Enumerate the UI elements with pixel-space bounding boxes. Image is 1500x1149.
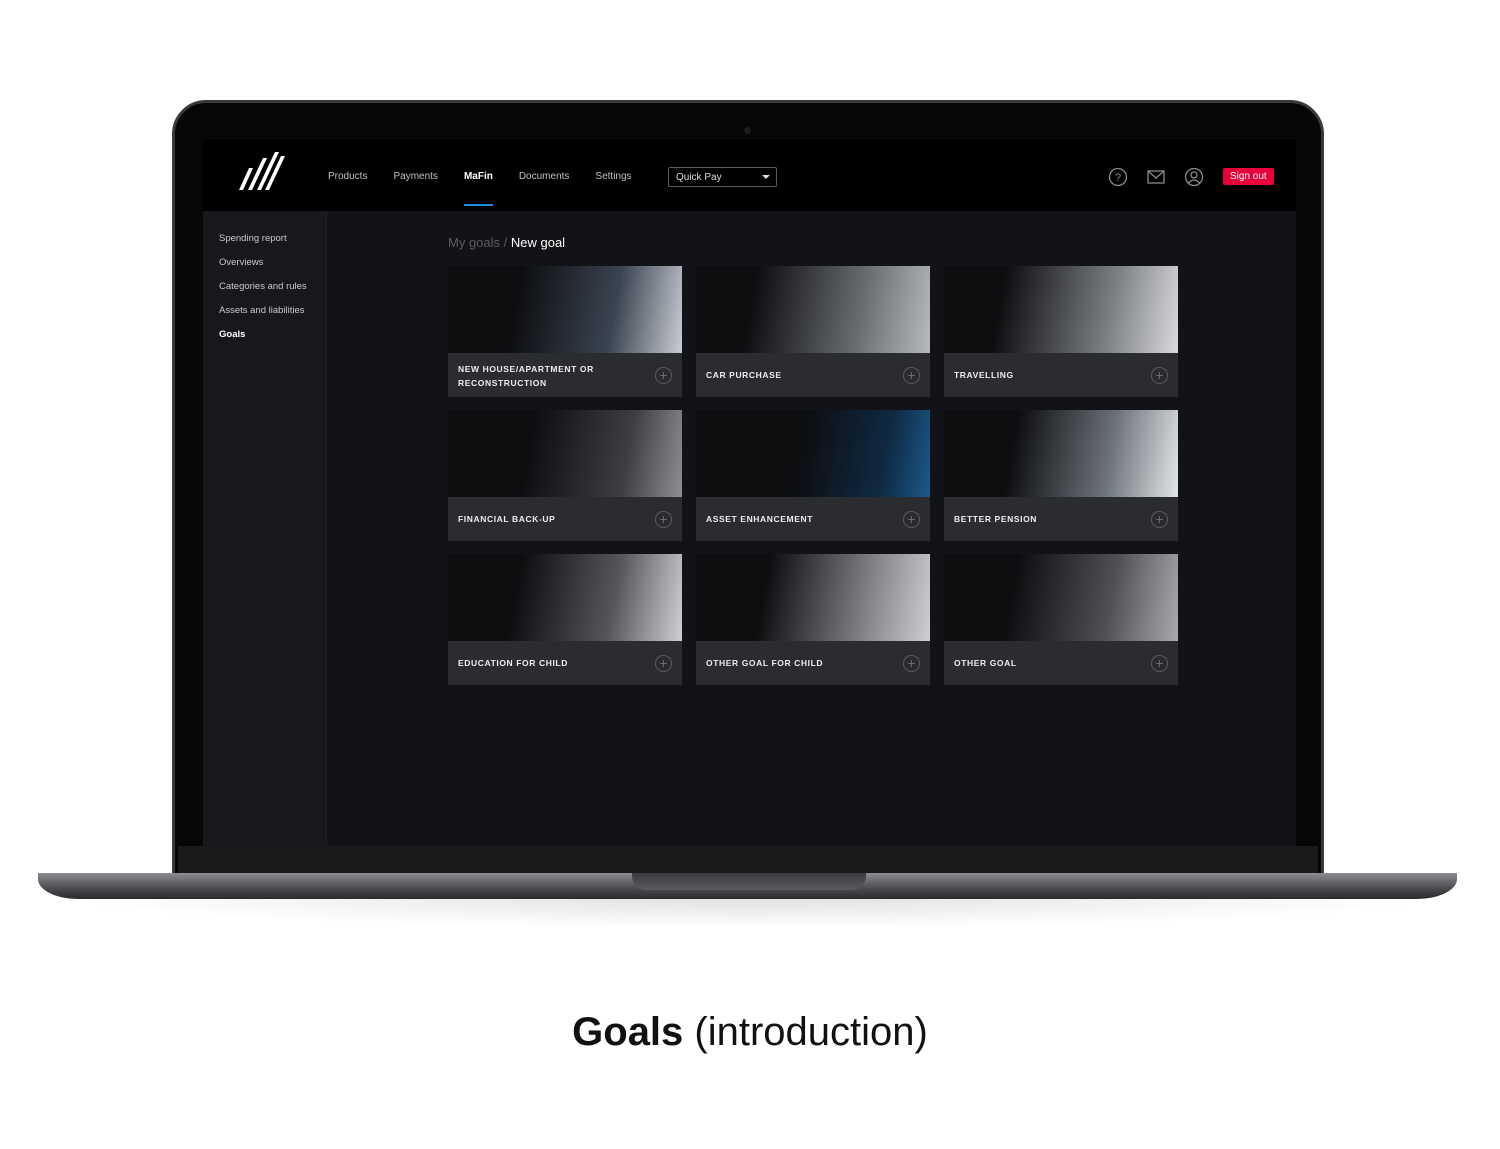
plus-icon[interactable]: + [655, 511, 672, 528]
plus-icon[interactable]: + [903, 511, 920, 528]
plus-icon[interactable]: + [655, 655, 672, 672]
goal-label: New house/apartment or reconstruction [458, 364, 594, 388]
help-icon[interactable]: ? [1108, 167, 1128, 187]
goal-card[interactable]: Education for child + [448, 554, 682, 685]
goal-card[interactable]: Other goal + [944, 554, 1178, 685]
plus-icon[interactable]: + [903, 367, 920, 384]
goal-label: Other goal [954, 658, 1017, 668]
goal-image [696, 266, 930, 353]
laptop-shadow [60, 898, 1440, 928]
goal-label: Car purchase [706, 370, 782, 380]
plus-icon[interactable]: + [1151, 511, 1168, 528]
goal-image [944, 410, 1178, 497]
goal-image [696, 554, 930, 641]
sidebar-item-spending-report[interactable]: Spending report [219, 233, 326, 257]
goal-image [696, 410, 930, 497]
goal-label: Other goal for child [706, 658, 824, 668]
sidebar-item-assets[interactable]: Assets and liabilities [219, 305, 326, 329]
goal-image [448, 554, 682, 641]
goal-image [448, 410, 682, 497]
goal-card[interactable]: Better pension + [944, 410, 1178, 541]
caption-bold: Goals [572, 1010, 684, 1054]
quick-pay-value: Quick Pay [676, 172, 722, 183]
goal-card[interactable]: Financial back-up + [448, 410, 682, 541]
app-screen: Products Payments MaFin Documents Settin… [203, 140, 1296, 846]
goal-card[interactable]: Other goal for child + [696, 554, 930, 685]
goal-card[interactable]: Travelling + [944, 266, 1178, 397]
user-icon[interactable] [1184, 167, 1204, 187]
plus-icon[interactable]: + [903, 655, 920, 672]
sidebar: Spending report Overviews Categories and… [203, 211, 327, 846]
top-header: Products Payments MaFin Documents Settin… [203, 140, 1296, 211]
mail-icon[interactable] [1146, 167, 1166, 187]
camera [744, 127, 751, 134]
breadcrumb-separator: / [500, 235, 511, 250]
breadcrumb-parent[interactable]: My goals [448, 235, 500, 250]
nav-mafin[interactable]: MaFin [463, 171, 493, 206]
caption: Goals (introduction) [0, 1010, 1500, 1055]
laptop-notch [632, 873, 866, 890]
caption-rest: (introduction) [683, 1010, 928, 1054]
goal-image [944, 554, 1178, 641]
goal-label: Education for child [458, 658, 568, 668]
nav-payments[interactable]: Payments [393, 171, 437, 182]
nav-documents[interactable]: Documents [519, 171, 570, 182]
plus-icon[interactable]: + [1151, 655, 1168, 672]
goal-image [448, 266, 682, 353]
sidebar-item-overviews[interactable]: Overviews [219, 257, 326, 281]
goal-card[interactable]: Car purchase + [696, 266, 930, 397]
page-title: New goal [510, 235, 566, 250]
plus-icon[interactable]: + [655, 367, 672, 384]
goal-label: Financial back-up [458, 514, 556, 524]
nav-settings[interactable]: Settings [595, 171, 631, 182]
chevron-down-icon [762, 175, 770, 179]
breadcrumb: My goals / New goal [448, 235, 565, 250]
sign-out-button[interactable]: Sign out [1223, 168, 1274, 185]
goal-card[interactable]: New house/apartment or reconstruction + [448, 266, 682, 397]
goal-image [944, 266, 1178, 353]
nav-products[interactable]: Products [328, 171, 367, 182]
goal-label: Travelling [954, 370, 1014, 380]
quick-pay-select[interactable]: Quick Pay [668, 167, 777, 187]
sidebar-item-categories[interactable]: Categories and rules [219, 281, 326, 305]
goal-label: Asset enhancement [706, 514, 814, 524]
goal-label: Better pension [954, 514, 1038, 524]
svg-text:?: ? [1115, 172, 1121, 184]
logo-icon[interactable] [239, 150, 287, 194]
main-nav: Products Payments MaFin Documents Settin… [328, 171, 658, 206]
laptop-chin [178, 846, 1318, 873]
plus-icon[interactable]: + [1151, 367, 1168, 384]
goal-card[interactable]: Asset enhancement + [696, 410, 930, 541]
sidebar-item-goals[interactable]: Goals [219, 329, 326, 353]
